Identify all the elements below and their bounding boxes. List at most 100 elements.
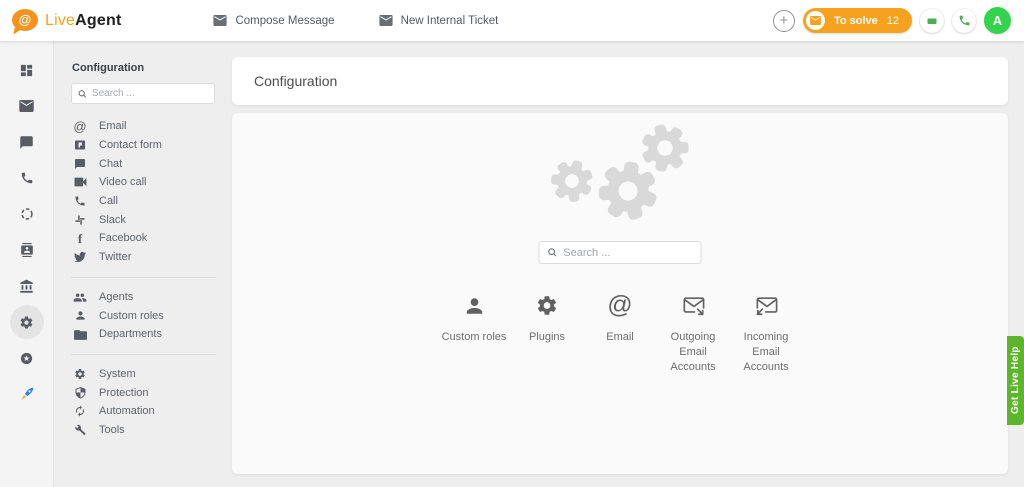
rail-item-contacts[interactable] [9,232,45,268]
sidebar-item-contact-form[interactable]: Contact form [55,136,232,155]
sidebar-item-email[interactable]: @ Email [55,117,232,136]
page-title-card: Configuration [232,57,1008,105]
configuration-shortcuts: Custom roles Plugins @ Email [438,291,803,375]
sidebar-item-label: Automation [99,405,155,417]
chats-button[interactable] [920,9,944,33]
slack-icon [73,214,87,226]
sync-icon [73,405,87,417]
phone-icon [958,14,971,27]
new-internal-ticket-label: New Internal Ticket [401,15,499,27]
gear-icon [19,315,34,330]
sidebar-divider [71,354,216,355]
configuration-search[interactable] [539,241,702,264]
sidebar-search-input[interactable] [92,88,208,99]
phone-icon [20,171,34,185]
rail-item-billing[interactable] [9,268,45,304]
sidebar-item-agents[interactable]: Agents [55,288,232,307]
shortcut-label: Custom roles [442,330,507,345]
chat-bubble-icon [19,135,34,150]
gears-illustration [515,119,725,244]
rail-item-social[interactable] [9,196,45,232]
sidebar-item-label: Twitter [99,251,131,263]
get-live-help-label: Get Live Help [1010,347,1021,415]
at-icon: @ [73,120,87,133]
dashboard-icon [19,63,34,78]
shortcut-incoming-email-accounts[interactable]: Incoming Email Accounts [730,291,803,375]
sidebar-item-label: Departments [99,328,162,340]
facebook-icon: f [73,232,87,245]
configuration-panel: Custom roles Plugins @ Email [232,113,1008,474]
envelope-icon [379,15,393,26]
sidebar-item-tools[interactable]: Tools [55,421,232,440]
add-button[interactable]: + [773,10,795,32]
video-camera-icon [73,177,87,187]
agents-icon [73,292,87,302]
sidebar-item-label: System [99,368,136,380]
to-solve-label: To solve [834,15,878,27]
sidebar-item-label: Video call [99,176,147,188]
sidebar-item-chat[interactable]: Chat [55,154,232,173]
shortcut-email[interactable]: @ Email [584,291,657,375]
sidebar-item-custom-roles[interactable]: Custom roles [55,306,232,325]
shortcut-custom-roles[interactable]: Custom roles [438,291,511,375]
avatar-initial: A [993,13,1002,28]
person-icon [73,310,87,321]
rail-item-tickets[interactable] [9,88,45,124]
sidebar-item-twitter[interactable]: Twitter [55,248,232,267]
shield-icon [73,387,87,399]
sidebar-item-label: Agents [99,291,133,303]
sidebar-item-automation[interactable]: Automation [55,402,232,421]
page-title: Configuration [254,73,337,89]
sidebar-item-label: Contact form [99,139,162,151]
sidebar-item-protection[interactable]: Protection [55,383,232,402]
rail-item-getting-started[interactable] [9,376,45,412]
rail-item-dashboard[interactable] [9,52,45,88]
bank-icon [19,279,34,294]
user-avatar[interactable]: A [984,7,1011,34]
compose-message-button[interactable]: Compose Message [213,15,334,27]
folder-icon [73,329,87,340]
get-live-help-button[interactable]: Get Live Help [1007,336,1024,425]
compose-message-label: Compose Message [235,15,334,27]
shortcut-label: Plugins [529,330,565,345]
sidebar-item-slack[interactable]: Slack [55,210,232,229]
envelope-icon [19,100,34,112]
to-solve-button[interactable]: To solve 12 [803,8,912,33]
sidebar-item-facebook[interactable]: f Facebook [55,229,232,248]
rocket-icon [19,386,35,402]
sidebar-item-system[interactable]: System [55,365,232,384]
incoming-email-icon [754,291,778,317]
sidebar-item-departments[interactable]: Departments [55,325,232,344]
contact-card-icon [20,243,34,257]
liveagent-logo[interactable]: @ LiveAgent [12,9,121,33]
rail-item-configuration[interactable] [10,305,44,339]
sidebar-title: Configuration [72,62,232,74]
sidebar-item-label: Protection [99,387,149,399]
gear-icon [536,291,559,317]
contact-form-icon [73,139,87,151]
logo-bubble-icon: @ [12,9,38,33]
envelope-icon [213,15,227,26]
rail-item-chats[interactable] [9,124,45,160]
sidebar-item-video-call[interactable]: Video call [55,173,232,192]
shortcut-label: Email [606,330,634,345]
rail-item-addons[interactable] [9,340,45,376]
shortcut-label: Incoming Email Accounts [730,330,803,375]
outgoing-email-icon [681,291,705,317]
chat-icon [926,15,938,27]
shortcut-outgoing-email-accounts[interactable]: Outgoing Email Accounts [657,291,730,375]
rail-item-calls[interactable] [9,160,45,196]
search-icon [78,89,87,99]
chat-bubble-icon [73,158,87,170]
sidebar-search[interactable] [71,83,215,104]
star-badge-icon [19,351,34,366]
sidebar-item-call[interactable]: Call [55,192,232,211]
ring-icon [20,207,34,221]
to-solve-envelope-icon [806,11,825,30]
shortcut-plugins[interactable]: Plugins [511,291,584,375]
new-internal-ticket-button[interactable]: New Internal Ticket [379,15,499,27]
nav-rail [0,41,54,487]
calls-button[interactable] [952,9,976,33]
logo-text: LiveAgent [45,12,121,30]
configuration-search-input[interactable] [563,247,692,259]
